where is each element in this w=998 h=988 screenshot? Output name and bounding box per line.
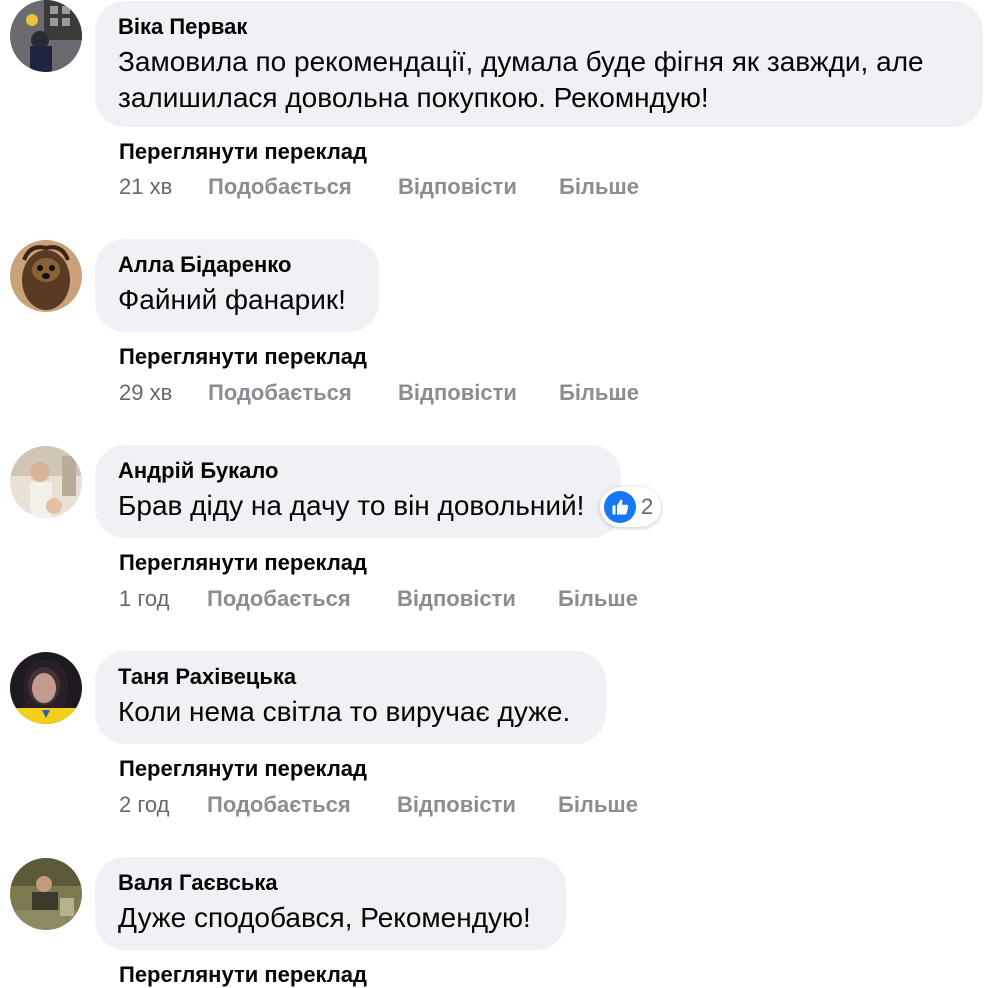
reaction-badge[interactable]: 2 xyxy=(600,487,662,527)
like-button[interactable]: Подобається xyxy=(207,792,351,818)
avatar[interactable] xyxy=(10,652,82,724)
more-button[interactable]: Більше xyxy=(559,174,639,200)
reply-button[interactable]: Відповісти xyxy=(397,792,516,818)
comment-time[interactable]: 29 хв xyxy=(119,380,172,406)
comment-text-line: Коли нема світла то виручає дуже. xyxy=(118,696,571,727)
like-button[interactable]: Подобається xyxy=(208,174,352,200)
see-translation-link[interactable]: Переглянути переклад xyxy=(119,139,367,165)
comment-text-line: Дуже сподобався, Рекомендую! xyxy=(118,902,531,933)
comment-text-line: Брав діду на дачу то він довольний! xyxy=(118,490,585,521)
avatar[interactable] xyxy=(10,858,82,930)
comment-author[interactable]: Валя Гаєвська xyxy=(118,869,542,897)
comment-author[interactable]: Алла Бідаренко xyxy=(118,251,355,279)
avatar[interactable] xyxy=(10,446,82,518)
comment-bubble: Алла Бідаренко Файний фанарик! xyxy=(95,239,379,332)
see-translation-link[interactable]: Переглянути переклад xyxy=(119,756,367,782)
comment-text: Замовила по рекомендації, думала буде фі… xyxy=(118,44,959,116)
like-button[interactable]: Подобається xyxy=(207,586,351,612)
comment-bubble: Віка Первак Замовила по рекомендації, ду… xyxy=(95,1,983,127)
comment-author[interactable]: Таня Рахівецька xyxy=(118,663,582,691)
more-button[interactable]: Більше xyxy=(558,792,638,818)
avatar[interactable] xyxy=(10,0,82,72)
like-button[interactable]: Подобається xyxy=(208,380,352,406)
reply-button[interactable]: Відповісти xyxy=(398,380,517,406)
comment-bubble: Андрій Букало Брав діду на дачу то він д… xyxy=(95,445,621,538)
comment-text-line: Файний фанарик! xyxy=(118,284,346,315)
reply-button[interactable]: Відповісти xyxy=(397,586,516,612)
comment-text: Файний фанарик! xyxy=(118,282,355,318)
see-translation-link[interactable]: Переглянути переклад xyxy=(119,344,367,370)
comment-text: Брав діду на дачу то він довольний! xyxy=(118,488,597,524)
comment-text-line: залишилася довольна покупкою. Рекомндую! xyxy=(118,82,709,113)
more-button[interactable]: Більше xyxy=(559,380,639,406)
comment-time[interactable]: 2 год xyxy=(119,792,169,818)
comment-text: Коли нема світла то виручає дуже. xyxy=(118,694,582,730)
comment-time[interactable]: 1 год xyxy=(119,586,169,612)
see-translation-link[interactable]: Переглянути переклад xyxy=(119,962,367,988)
reply-button[interactable]: Відповісти xyxy=(398,174,517,200)
comment-time[interactable]: 21 хв xyxy=(119,174,172,200)
reaction-count: 2 xyxy=(641,494,654,519)
avatar[interactable] xyxy=(10,240,82,312)
comment-bubble: Валя Гаєвська Дуже сподобався, Рекоменду… xyxy=(95,857,566,950)
more-button[interactable]: Більше xyxy=(558,586,638,612)
comment-author[interactable]: Андрій Букало xyxy=(118,457,597,485)
like-icon xyxy=(604,491,636,523)
comment-bubble: Таня Рахівецька Коли нема світла то виру… xyxy=(95,651,606,744)
comment-author[interactable]: Віка Первак xyxy=(118,13,959,41)
see-translation-link[interactable]: Переглянути переклад xyxy=(119,550,367,576)
comment-text-line: Замовила по рекомендації, думала буде фі… xyxy=(118,46,924,77)
comment-text: Дуже сподобався, Рекомендую! xyxy=(118,900,542,936)
